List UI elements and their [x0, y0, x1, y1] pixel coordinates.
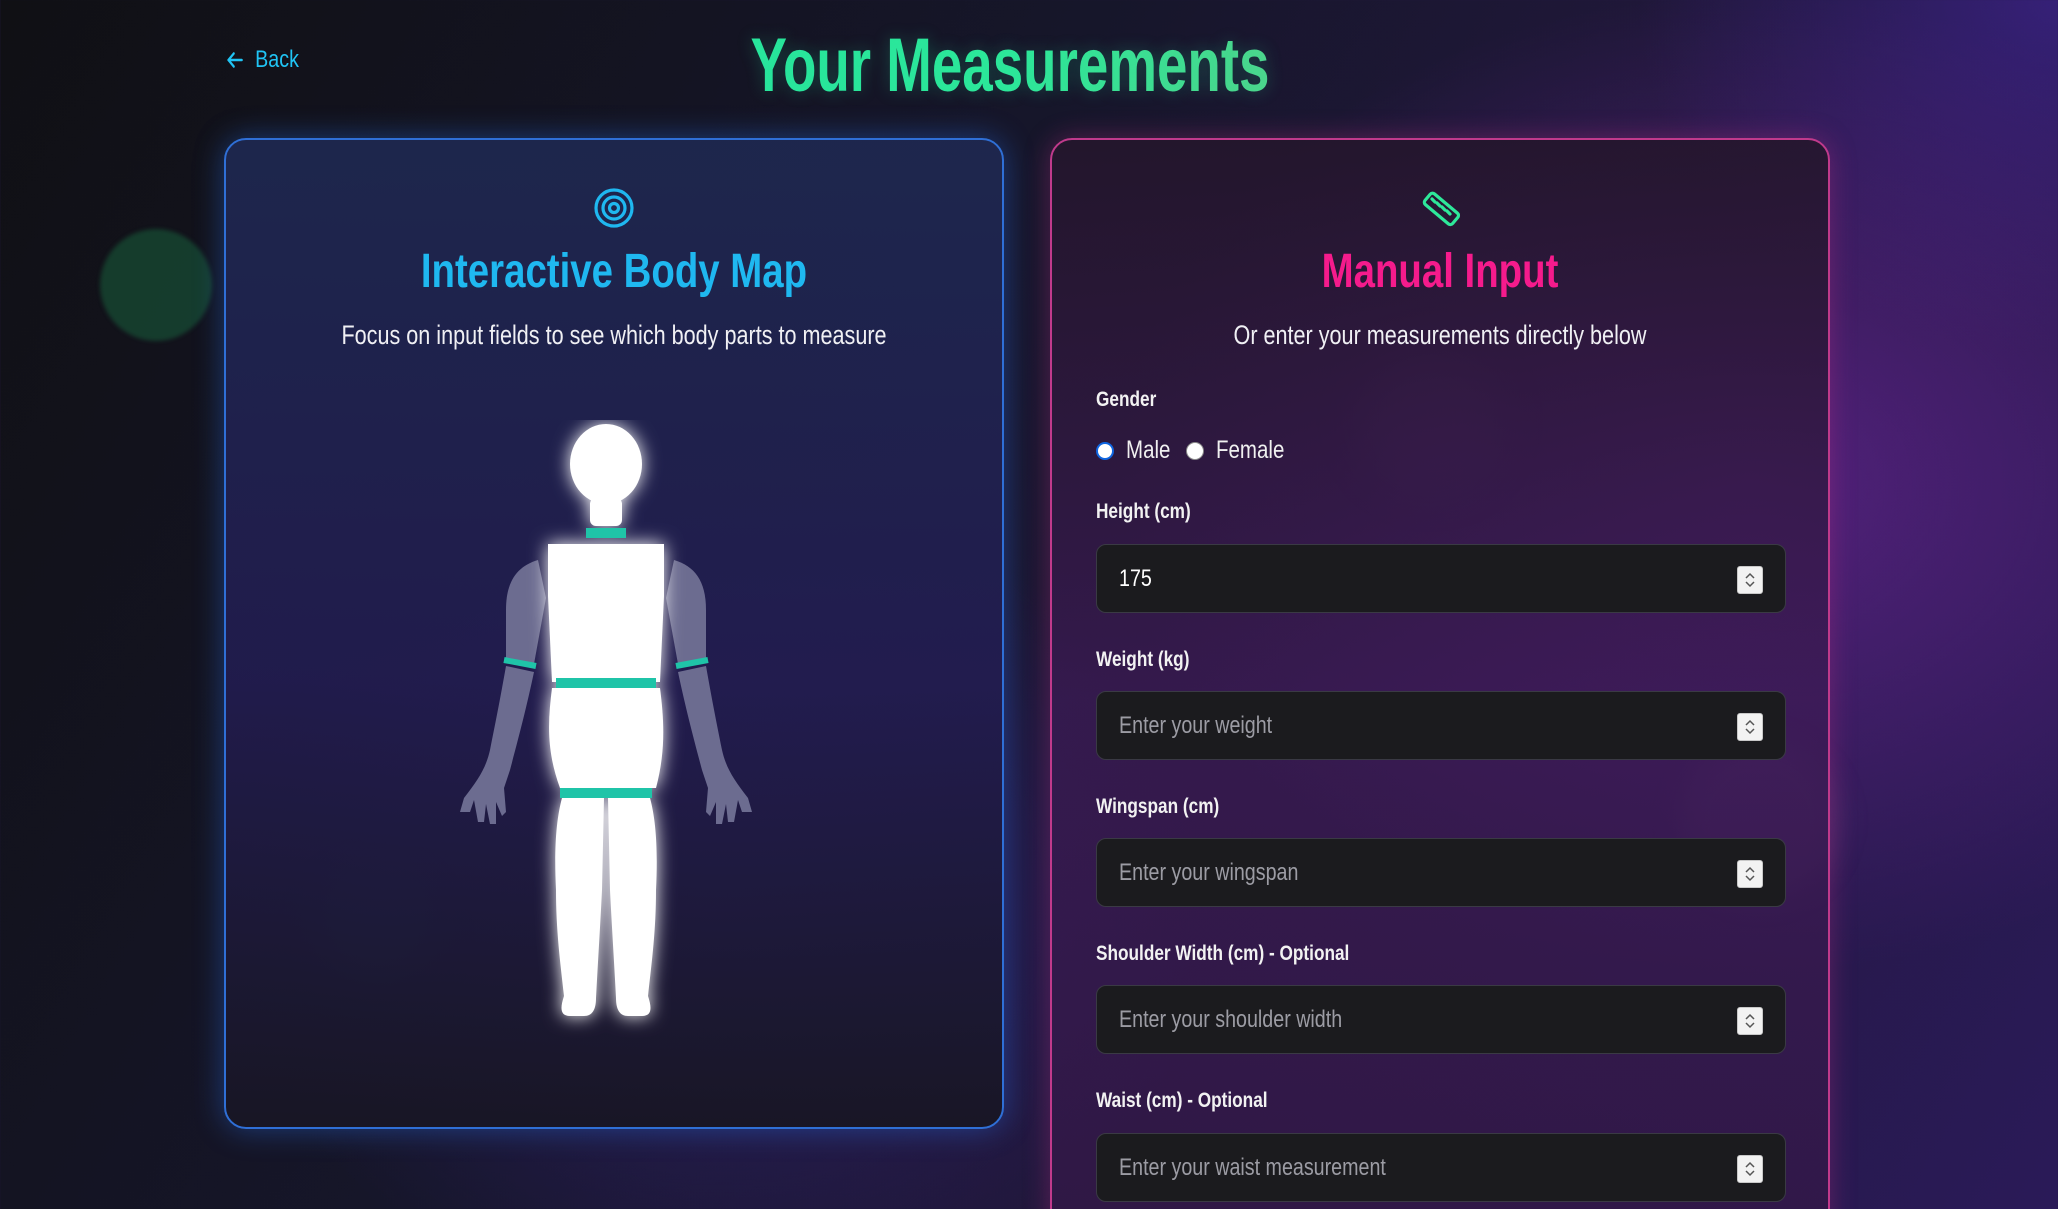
- weight-placeholder: Enter your weight: [1119, 711, 1273, 739]
- gender-radio-group: Male Female: [1096, 436, 1300, 465]
- chevron-up-icon: [1745, 572, 1755, 579]
- chevron-up-icon: [1745, 719, 1755, 726]
- weight-label: Weight (kg): [1096, 648, 1190, 671]
- manual-input-panel: Manual Input Or enter your measurements …: [1050, 138, 1830, 1209]
- wingspan-input[interactable]: Enter your wingspan: [1096, 838, 1786, 907]
- radio-button-male[interactable]: [1096, 441, 1114, 460]
- arm-left: [460, 560, 546, 824]
- leg-left: [555, 798, 604, 1016]
- gender-option-label: Female: [1216, 436, 1285, 464]
- gender-label: Gender: [1096, 388, 1157, 411]
- chevron-down-icon: [1745, 728, 1755, 735]
- number-spinner[interactable]: [1737, 566, 1763, 594]
- waist-label: Waist (cm) - Optional: [1096, 1089, 1268, 1112]
- waist-input[interactable]: Enter your waist measurement: [1096, 1133, 1786, 1202]
- body-map-panel: Interactive Body Map Focus on input fiel…: [224, 138, 1004, 1129]
- manual-input-title: Manual Input: [1321, 245, 1559, 298]
- neck: [590, 498, 622, 526]
- gender-option-female[interactable]: Female: [1186, 436, 1299, 465]
- number-spinner[interactable]: [1737, 1007, 1763, 1035]
- shoulder-width-placeholder: Enter your shoulder width: [1119, 1005, 1343, 1033]
- head: [570, 424, 642, 504]
- chevron-down-icon: [1745, 581, 1755, 588]
- chevron-down-icon: [1745, 875, 1755, 882]
- thigh-band: [560, 788, 652, 798]
- arrow-left-icon: [227, 52, 243, 68]
- chevron-up-icon: [1745, 1161, 1755, 1168]
- decorative-orb: [100, 229, 212, 341]
- chevron-down-icon: [1745, 1170, 1755, 1177]
- body-map-subtitle: Focus on input fields to see which body …: [341, 320, 887, 350]
- number-spinner[interactable]: [1737, 860, 1763, 888]
- shoulder-width-input[interactable]: Enter your shoulder width: [1096, 985, 1786, 1054]
- height-input[interactable]: 175: [1096, 544, 1786, 613]
- chevron-down-icon: [1745, 1022, 1755, 1029]
- arm-right: [666, 560, 752, 824]
- gender-option-male[interactable]: Male: [1096, 436, 1180, 465]
- wingspan-placeholder: Enter your wingspan: [1119, 858, 1299, 886]
- waist-band: [556, 678, 656, 688]
- chevron-up-icon: [1745, 866, 1755, 873]
- torso: [548, 544, 664, 682]
- leg-right: [608, 798, 657, 1016]
- hips: [549, 688, 664, 788]
- body-figure[interactable]: [456, 420, 776, 1040]
- page-title: Your Measurements: [283, 22, 1737, 109]
- radio-button-female[interactable]: [1186, 441, 1205, 460]
- ruler-icon: [1422, 191, 1461, 227]
- waist-placeholder: Enter your waist measurement: [1119, 1153, 1386, 1181]
- number-spinner[interactable]: [1737, 713, 1763, 741]
- wingspan-label: Wingspan (cm): [1096, 795, 1220, 818]
- shoulder-width-label: Shoulder Width (cm) - Optional: [1096, 942, 1350, 965]
- chevron-up-icon: [1745, 1013, 1755, 1020]
- number-spinner[interactable]: [1737, 1155, 1763, 1183]
- neck-band: [586, 528, 626, 538]
- manual-input-subtitle: Or enter your measurements directly belo…: [1233, 320, 1647, 350]
- target-icon: [594, 188, 634, 228]
- body-map-title: Interactive Body Map: [420, 245, 808, 298]
- height-label: Height (cm): [1096, 500, 1191, 523]
- weight-input[interactable]: Enter your weight: [1096, 691, 1786, 760]
- gender-option-label: Male: [1126, 436, 1171, 464]
- height-value: 175: [1119, 564, 1152, 592]
